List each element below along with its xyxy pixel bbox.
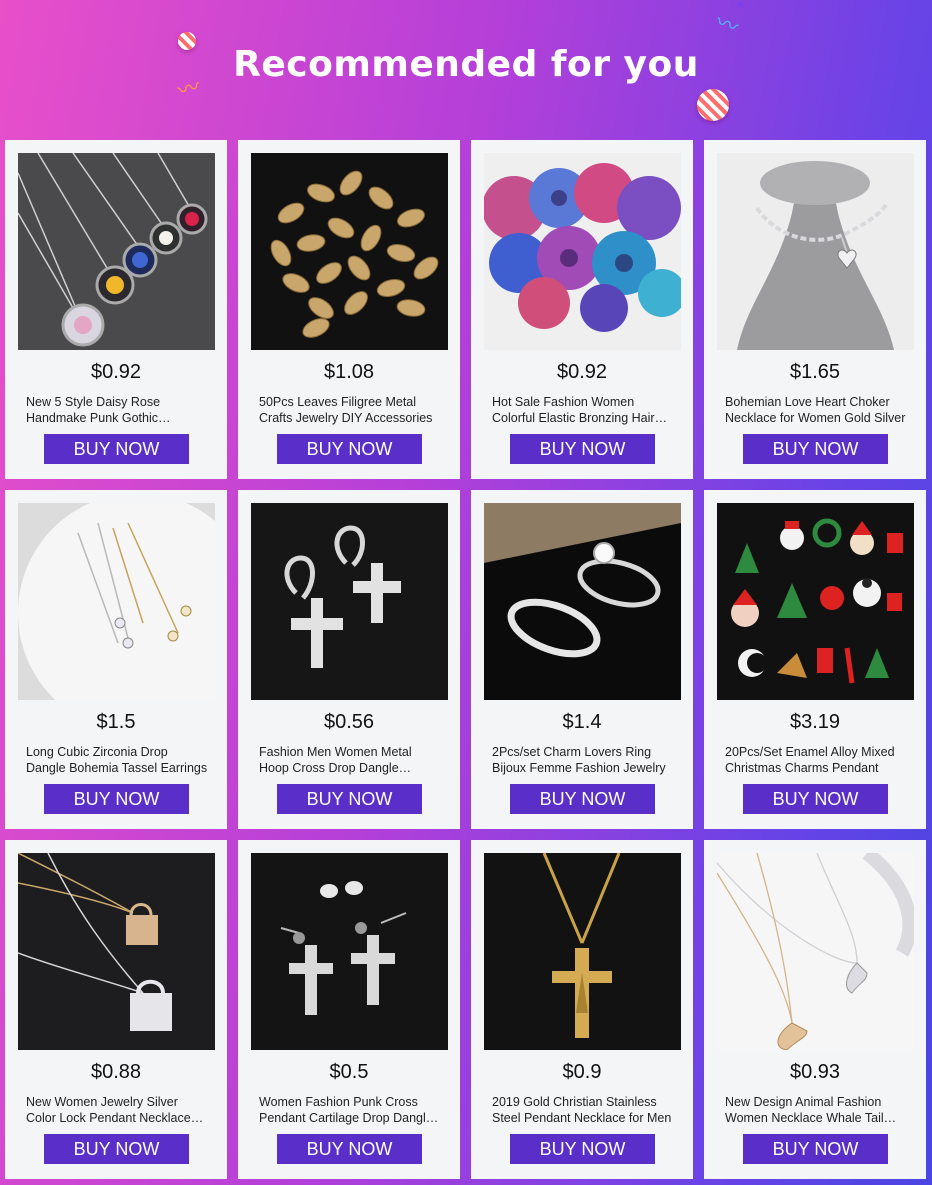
- product-price: $0.56: [323, 711, 375, 733]
- product-name[interactable]: 20Pcs/Set Enamel Alloy Mixed Christmas C…: [725, 745, 907, 776]
- product-name[interactable]: 2Pcs/set Charm Lovers Ring Bijoux Femme …: [492, 745, 674, 776]
- product-price: $0.93: [789, 1061, 841, 1083]
- product-price: $3.19: [789, 711, 841, 733]
- product-card[interactable]: $1.65 Bohemian Love Heart Choker Necklac…: [704, 140, 926, 479]
- buy-now-button[interactable]: BUY NOW: [44, 784, 189, 814]
- buy-now-button[interactable]: BUY NOW: [510, 784, 655, 814]
- product-name[interactable]: 50Pcs Leaves Filigree Metal Crafts Jewel…: [259, 395, 441, 426]
- product-name[interactable]: Long Cubic Zirconia Drop Dangle Bohemia …: [26, 745, 208, 776]
- buy-now-button[interactable]: BUY NOW: [510, 434, 655, 464]
- product-name[interactable]: Women Fashion Punk Cross Pendant Cartila…: [259, 1095, 441, 1126]
- product-name[interactable]: Fashion Men Women Metal Hoop Cross Drop …: [259, 745, 441, 776]
- product-name[interactable]: 2019 Gold Christian Stainless Steel Pend…: [492, 1095, 674, 1126]
- buy-now-button[interactable]: BUY NOW: [743, 1134, 888, 1164]
- buy-now-button[interactable]: BUY NOW: [277, 784, 422, 814]
- buy-now-button[interactable]: BUY NOW: [743, 434, 888, 464]
- buy-now-button[interactable]: BUY NOW: [277, 1134, 422, 1164]
- product-card[interactable]: $1.5 Long Cubic Zirconia Drop Dangle Boh…: [5, 490, 227, 829]
- product-image-gold-leaves[interactable]: [251, 153, 448, 350]
- product-card[interactable]: $0.9 2019 Gold Christian Stainless Steel…: [471, 840, 693, 1179]
- product-price: $0.92: [556, 361, 608, 383]
- ornament-ball-icon: [697, 89, 729, 121]
- product-price: $0.92: [90, 361, 142, 383]
- buy-now-button[interactable]: BUY NOW: [510, 1134, 655, 1164]
- product-card[interactable]: $0.92 Hot Sale Fashion Women Colorful El…: [471, 140, 693, 479]
- buy-now-button[interactable]: BUY NOW: [44, 434, 189, 464]
- product-price: $0.9: [562, 1061, 602, 1083]
- product-card[interactable]: $0.56 Fashion Men Women Metal Hoop Cross…: [238, 490, 460, 829]
- product-name[interactable]: New Design Animal Fashion Women Necklace…: [725, 1095, 907, 1126]
- product-image-heart-choker[interactable]: [717, 153, 914, 350]
- header-banner: 〰 〰 Recommended for you: [0, 0, 932, 135]
- product-price: $1.08: [323, 361, 375, 383]
- product-price: $0.88: [90, 1061, 142, 1083]
- confetti-streamer-icon: 〰: [712, 9, 742, 41]
- product-name[interactable]: New Women Jewelry Silver Color Lock Pend…: [26, 1095, 208, 1126]
- product-name[interactable]: Bohemian Love Heart Choker Necklace for …: [725, 395, 907, 426]
- product-image-whale-tail-necklace[interactable]: [717, 853, 914, 1050]
- product-card[interactable]: $1.4 2Pcs/set Charm Lovers Ring Bijoux F…: [471, 490, 693, 829]
- product-image-christmas-charms[interactable]: [717, 503, 914, 700]
- product-card[interactable]: $0.88 New Women Jewelry Silver Color Loc…: [5, 840, 227, 1179]
- buy-now-button[interactable]: BUY NOW: [44, 1134, 189, 1164]
- buy-now-button[interactable]: BUY NOW: [743, 784, 888, 814]
- product-name[interactable]: Hot Sale Fashion Women Colorful Elastic …: [492, 395, 674, 426]
- product-image-drop-earrings[interactable]: [18, 503, 215, 700]
- product-image-cross-hoop-earrings[interactable]: [251, 503, 448, 700]
- product-card[interactable]: $3.19 20Pcs/Set Enamel Alloy Mixed Chris…: [704, 490, 926, 829]
- buy-now-button[interactable]: BUY NOW: [277, 434, 422, 464]
- product-image-lock-necklace[interactable]: [18, 853, 215, 1050]
- product-image-cross-stud-earrings[interactable]: [251, 853, 448, 1050]
- product-price: $1.5: [96, 711, 136, 733]
- product-card[interactable]: $0.92 New 5 Style Daisy Rose Handmake Pu…: [5, 140, 227, 479]
- product-card[interactable]: $1.08 50Pcs Leaves Filigree Metal Crafts…: [238, 140, 460, 479]
- product-image-rings[interactable]: [484, 503, 681, 700]
- product-image-scrunchies[interactable]: [484, 153, 681, 350]
- page-title: Recommended for you: [233, 44, 699, 85]
- product-image-daisy-necklaces[interactable]: [18, 153, 215, 350]
- product-name[interactable]: New 5 Style Daisy Rose Handmake Punk Got…: [26, 395, 208, 426]
- confetti-dot-icon: [738, 2, 743, 7]
- product-price: $1.4: [562, 711, 602, 733]
- product-price: $0.5: [329, 1061, 369, 1083]
- product-price: $1.65: [789, 361, 841, 383]
- product-card[interactable]: $0.93 New Design Animal Fashion Women Ne…: [704, 840, 926, 1179]
- product-card[interactable]: $0.5 Women Fashion Punk Cross Pendant Ca…: [238, 840, 460, 1179]
- product-image-crucifix-necklace[interactable]: [484, 853, 681, 1050]
